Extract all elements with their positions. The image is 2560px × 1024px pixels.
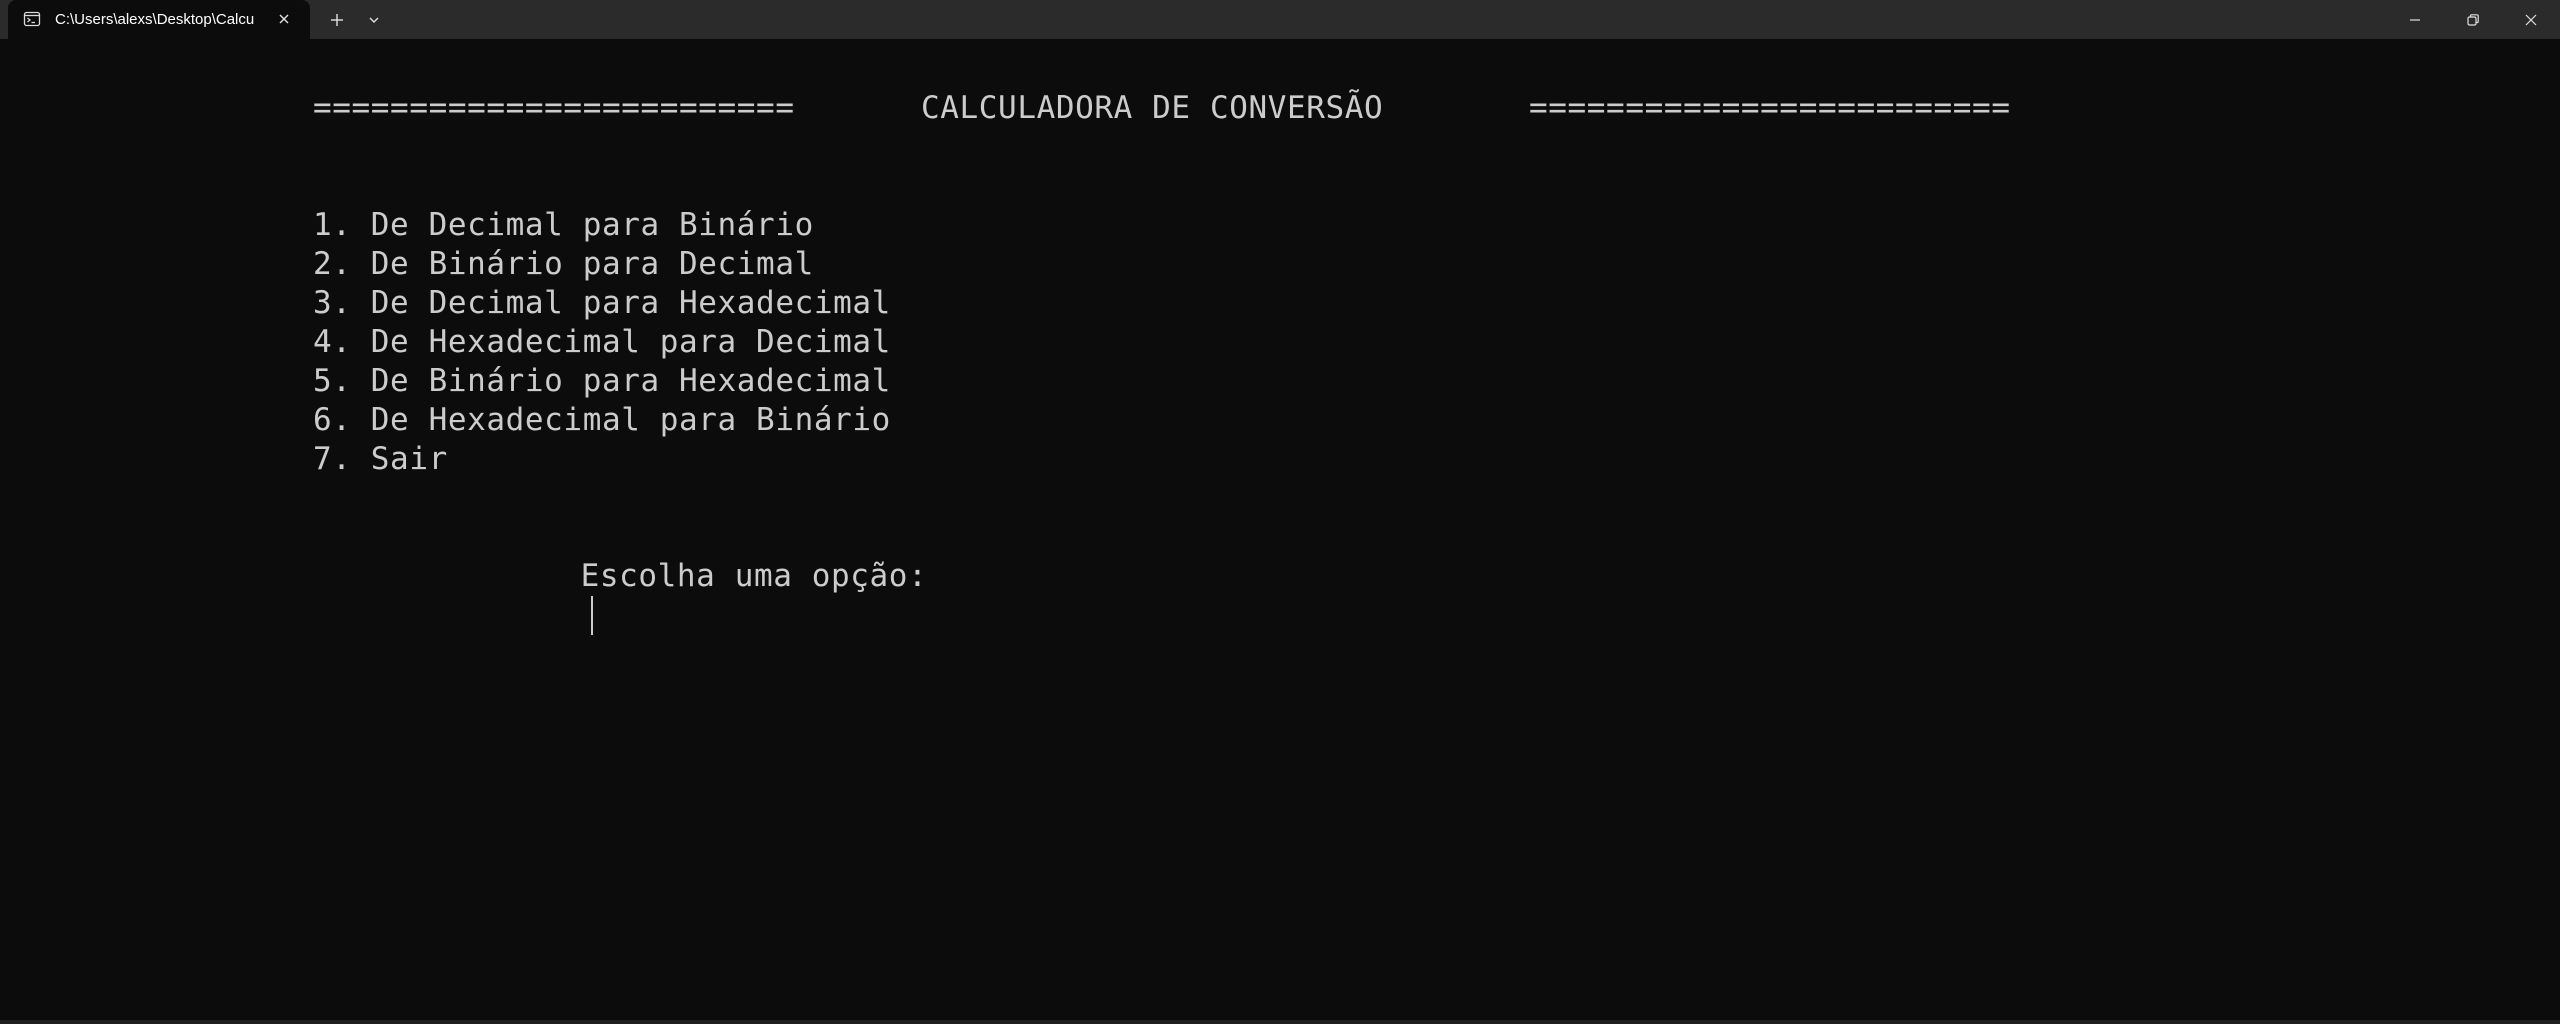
menu-item-3: 3. De Decimal para Hexadecimal [313, 285, 891, 321]
restore-icon [2467, 14, 2479, 26]
prompt-label: Escolha uma opção: [580, 558, 928, 594]
header-title: CALCULADORA DE CONVERSÃO [921, 90, 1384, 126]
menu-item-1: 1. De Decimal para Binário [313, 207, 814, 243]
terminal-tab[interactable]: C:\Users\alexs\Desktop\Calcu [8, 0, 310, 39]
minimize-icon [2410, 19, 2420, 21]
menu-item-4: 4. De Hexadecimal para Decimal [313, 324, 891, 360]
option-input[interactable] [581, 596, 621, 635]
tab-dropdown-button[interactable] [363, 9, 385, 31]
tab-title: C:\Users\alexs\Desktop\Calcu [55, 11, 255, 28]
prompt-row: Escolha uma opção: [465, 518, 927, 635]
plus-icon [331, 14, 343, 26]
menu-item-6: 6. De Hexadecimal para Binário [313, 402, 891, 438]
menu-item-2: 2. De Binário para Decimal [313, 246, 814, 282]
terminal-icon [23, 10, 41, 28]
new-tab-button[interactable] [326, 9, 348, 31]
close-icon [2525, 14, 2537, 26]
header-rule-left: ========================= [313, 90, 795, 126]
close-window-button[interactable] [2502, 0, 2560, 39]
console-output[interactable]: ========================= CALCULADORA DE… [0, 39, 2560, 1020]
chevron-down-icon [369, 17, 379, 23]
minimize-button[interactable] [2386, 0, 2444, 39]
header-rule-right: ========================= [1529, 90, 2011, 126]
menu-item-7: 7. Sair [313, 441, 448, 477]
menu-item-5: 5. De Binário para Hexadecimal [313, 363, 891, 399]
text-cursor [590, 596, 593, 635]
terminal-window: C:\Users\alexs\Desktop\Calcu ===========… [0, 0, 2560, 1024]
close-tab-icon[interactable] [274, 9, 294, 29]
menu-list: 1. De Decimal para Binário 2. De Binário… [313, 206, 891, 479]
restore-button[interactable] [2444, 0, 2502, 39]
bottom-edge [0, 1020, 2560, 1024]
title-bar[interactable]: C:\Users\alexs\Desktop\Calcu [0, 0, 2560, 39]
